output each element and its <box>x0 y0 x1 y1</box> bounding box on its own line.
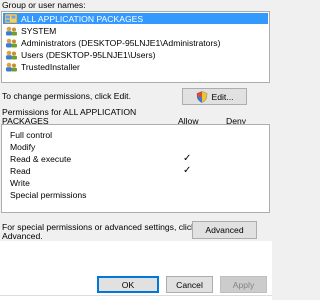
permission-name: Modify <box>10 142 36 152</box>
permission-row-read: Read ✓ <box>2 165 269 177</box>
footer-divider <box>0 295 272 296</box>
edit-button-label: Edit... <box>211 91 234 102</box>
permissions-table: Full control Modify Read & execute ✓ Rea… <box>1 124 270 213</box>
user-item-all-application-packages[interactable]: ALL APPLICATION PACKAGES <box>3 13 268 24</box>
shield-icon <box>196 90 207 103</box>
users-group-icon <box>6 50 17 59</box>
permission-row-special: Special permissions <box>2 189 269 201</box>
user-item-label: ALL APPLICATION PACKAGES <box>21 13 144 24</box>
group-users-label: Group or user names: <box>2 0 86 10</box>
change-permissions-text: To change permissions, click Edit. <box>2 91 131 101</box>
special-permissions-text-line2: Advanced. <box>2 231 43 241</box>
users-group-icon <box>6 38 17 47</box>
user-item-system[interactable]: SYSTEM <box>3 25 268 36</box>
permission-row-read-execute: Read & execute ✓ <box>2 153 269 165</box>
cancel-button-label: Cancel <box>176 279 203 290</box>
permission-name: Read & execute <box>10 154 72 164</box>
advanced-button-label: Advanced <box>205 225 244 235</box>
permission-name: Full control <box>10 130 53 140</box>
permission-name: Write <box>10 178 30 188</box>
apply-button[interactable]: Apply <box>220 276 267 293</box>
permission-name: Read <box>10 166 31 176</box>
permission-name: Special permissions <box>10 190 87 200</box>
user-item-label: Administrators (DESKTOP-95LNJE1\Administ… <box>21 37 221 48</box>
user-item-label: Users (DESKTOP-95LNJE1\Users) <box>21 49 156 60</box>
user-item-trustedinstaller[interactable]: TrustedInstaller <box>3 61 268 72</box>
user-item-label: TrustedInstaller <box>21 61 80 72</box>
users-group-icon <box>5 13 18 23</box>
edit-button[interactable]: Edit... <box>182 88 247 105</box>
permission-row-write: Write <box>2 177 269 189</box>
allow-check-icon: ✓ <box>183 165 192 176</box>
cancel-button[interactable]: Cancel <box>166 276 213 293</box>
apply-button-label: Apply <box>232 279 255 290</box>
users-group-icon <box>6 62 17 71</box>
users-group-icon <box>6 26 17 35</box>
user-item-administrators[interactable]: Administrators (DESKTOP-95LNJE1\Administ… <box>3 37 268 48</box>
allow-check-icon: ✓ <box>183 153 192 164</box>
permission-row-modify: Modify <box>2 141 269 153</box>
advanced-button[interactable]: Advanced <box>192 221 257 239</box>
permission-row-full-control: Full control <box>2 129 269 141</box>
user-item-users[interactable]: Users (DESKTOP-95LNJE1\Users) <box>3 49 268 60</box>
ok-button[interactable]: OK <box>97 276 159 293</box>
user-item-label: SYSTEM <box>21 25 57 36</box>
user-list[interactable]: ALL APPLICATION PACKAGES SYSTEM Administ… <box>1 11 270 83</box>
ok-button-label: OK <box>121 279 135 290</box>
